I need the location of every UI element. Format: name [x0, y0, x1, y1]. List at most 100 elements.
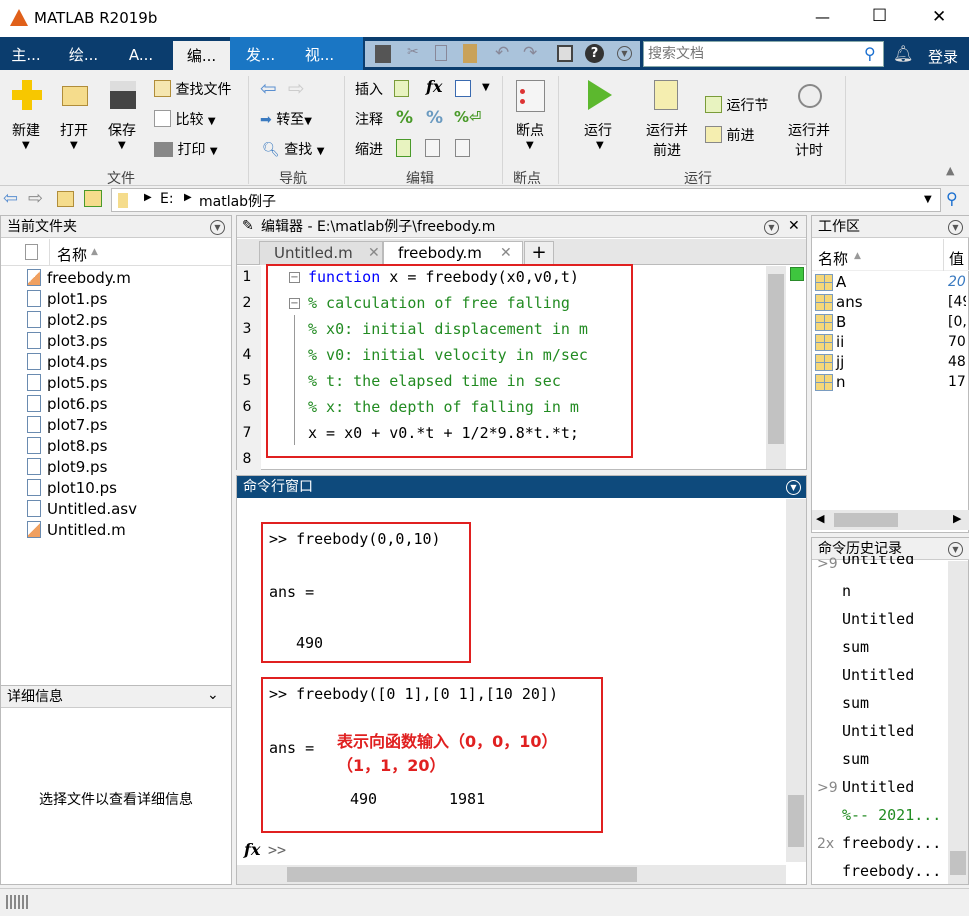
find-files-button[interactable]: 查找文件 — [154, 79, 231, 99]
find-button[interactable]: 🔍︎ 查找 ▼ — [262, 139, 324, 159]
fx-icon[interactable]: fx — [244, 840, 260, 859]
path-field[interactable]: ▶ E: ▶ matlab例子 ▼ — [111, 188, 941, 212]
tab-view[interactable]: 视... — [292, 37, 347, 70]
history-vertical-scrollbar[interactable] — [948, 561, 968, 884]
new-tab-button[interactable]: + — [524, 241, 554, 265]
uncomment-icon[interactable]: % — [426, 108, 443, 128]
back-arrow-icon[interactable]: ⇦ — [260, 76, 277, 100]
login-link[interactable]: 登录 — [928, 46, 958, 67]
file-item[interactable]: plot4.ps — [27, 352, 107, 373]
editor-vertical-scrollbar[interactable] — [766, 266, 786, 469]
search-icon[interactable]: ⚲ — [864, 44, 876, 63]
file-item[interactable]: plot3.ps — [27, 331, 107, 352]
help-icon[interactable]: ? — [585, 44, 604, 63]
workspace-variable[interactable]: B — [836, 313, 846, 331]
tab-editor[interactable]: 编... — [173, 41, 230, 70]
file-item[interactable]: plot6.ps — [27, 394, 107, 415]
fx-icon[interactable]: fx — [426, 77, 442, 96]
history-item[interactable]: Untitled — [842, 778, 946, 796]
paste-icon[interactable] — [463, 44, 477, 63]
collapse-ribbon-icon[interactable]: ▲ — [946, 164, 954, 177]
tab-publish[interactable]: 发... — [233, 37, 288, 70]
history-item[interactable]: Untitled — [842, 722, 946, 740]
workspace-variable[interactable]: A — [836, 273, 846, 291]
workspace-horizontal-scrollbar[interactable]: ◀ ▶ — [812, 510, 969, 530]
file-item[interactable]: plot5.ps — [27, 373, 107, 394]
panel-menu-icon[interactable]: ▼ — [948, 220, 963, 235]
workspace-variable[interactable]: n — [836, 373, 846, 391]
smart-indent-icon[interactable] — [396, 139, 411, 157]
file-item[interactable]: plot8.ps — [27, 436, 107, 457]
tab-plots[interactable]: 绘... — [56, 37, 111, 70]
cut-icon[interactable]: ✂ — [407, 44, 419, 60]
compare-button[interactable]: 比较 ▼ — [154, 109, 216, 129]
command-vertical-scrollbar[interactable] — [786, 499, 806, 862]
history-item[interactable]: %-- 2021... — [842, 806, 946, 824]
file-item[interactable]: plot10.ps — [27, 478, 117, 499]
advance-button[interactable]: 前进 — [705, 125, 754, 145]
file-item[interactable]: plot1.ps — [27, 289, 107, 310]
minimize-button[interactable]: — — [815, 8, 830, 26]
up-folder-icon[interactable] — [57, 191, 74, 207]
notification-bell-icon[interactable]: 🔔︎ — [893, 44, 913, 63]
path-folder[interactable]: matlab例子 — [199, 191, 276, 211]
close-tab-icon[interactable]: ✕ — [500, 245, 512, 261]
history-item[interactable]: sum — [842, 750, 946, 768]
copy-icon[interactable] — [435, 45, 447, 61]
file-item[interactable]: Untitled.asv — [27, 499, 137, 520]
workspace-variable[interactable]: ans — [836, 293, 863, 311]
editor-tab-untitled[interactable]: Untitled.m ✕ — [259, 241, 383, 265]
history-item[interactable]: sum — [842, 694, 946, 712]
column-header-name[interactable]: 名称 ▲ — [1, 239, 231, 266]
column-header-value[interactable]: 值 — [949, 248, 964, 269]
history-item[interactable]: n — [842, 582, 946, 600]
history-item[interactable]: Untitled — [842, 610, 946, 628]
dropdown-arrow-icon[interactable]: ▼ — [482, 82, 490, 93]
insert-control-icon[interactable] — [455, 80, 471, 97]
workspace-variable[interactable]: jj — [836, 353, 844, 371]
path-drive[interactable]: E: — [160, 191, 174, 207]
customize-dropdown-icon[interactable]: ▼ — [617, 46, 632, 61]
search-folder-icon[interactable]: ⚲ — [946, 189, 958, 208]
history-item[interactable]: freebody... — [842, 862, 946, 880]
comment-percent-icon[interactable]: % — [396, 108, 413, 128]
goto-button[interactable]: ➡ 转至▼ — [260, 109, 312, 129]
file-item[interactable]: plot7.ps — [27, 415, 107, 436]
tab-apps[interactable]: A... — [115, 37, 167, 70]
decrease-indent-icon[interactable] — [455, 139, 470, 157]
close-button[interactable]: ✕ — [932, 7, 946, 27]
save-icon[interactable] — [375, 45, 391, 63]
workspace-variable[interactable]: ii — [836, 333, 844, 351]
command-prompt-input[interactable]: >> — [268, 841, 286, 859]
forward-arrow-icon[interactable]: ⇨ — [28, 188, 43, 209]
tab-home[interactable]: 主... — [0, 37, 52, 70]
print-button[interactable]: 打印 ▼ — [154, 139, 218, 159]
redo-icon[interactable]: ↷ — [523, 43, 537, 63]
dropdown-arrow-icon[interactable]: ▼ — [924, 194, 932, 205]
run-section-button[interactable]: 运行节 — [705, 95, 768, 115]
file-item[interactable]: freebody.m — [27, 268, 131, 289]
run-and-advance-button[interactable]: 运行并 前进 — [644, 78, 694, 159]
maximize-button[interactable]: ☐ — [872, 6, 887, 26]
increase-indent-icon[interactable] — [425, 139, 440, 157]
search-docs-input[interactable] — [643, 41, 884, 67]
back-arrow-icon[interactable]: ⇦ — [3, 188, 18, 209]
insert-section-icon[interactable] — [394, 80, 409, 97]
command-horizontal-scrollbar[interactable] — [237, 865, 786, 884]
new-button[interactable]: 新建 ▼ — [8, 78, 48, 158]
save-button[interactable]: 保存 ▼ — [106, 78, 146, 158]
history-item[interactable]: Untitled — [842, 556, 946, 570]
panel-menu-icon[interactable]: ▼ — [786, 480, 801, 495]
code-analyzer-status-icon[interactable] — [790, 267, 804, 281]
close-tab-icon[interactable]: ✕ — [368, 245, 380, 261]
column-header-name[interactable]: 名称 ▲ 值 — [812, 239, 969, 271]
history-item[interactable]: Untitled — [842, 666, 946, 684]
chevron-down-icon[interactable]: ⌄ — [207, 687, 219, 703]
open-button[interactable]: 打开 ▼ — [58, 78, 98, 158]
history-item[interactable]: freebody... — [842, 834, 946, 852]
run-button[interactable]: 运行 ▼ — [582, 78, 622, 158]
run-and-time-button[interactable]: 运行并 计时 — [788, 78, 838, 159]
history-item[interactable]: sum — [842, 638, 946, 656]
file-item[interactable]: plot2.ps — [27, 310, 107, 331]
breakpoints-button[interactable]: 断点 ▼ — [512, 78, 552, 158]
